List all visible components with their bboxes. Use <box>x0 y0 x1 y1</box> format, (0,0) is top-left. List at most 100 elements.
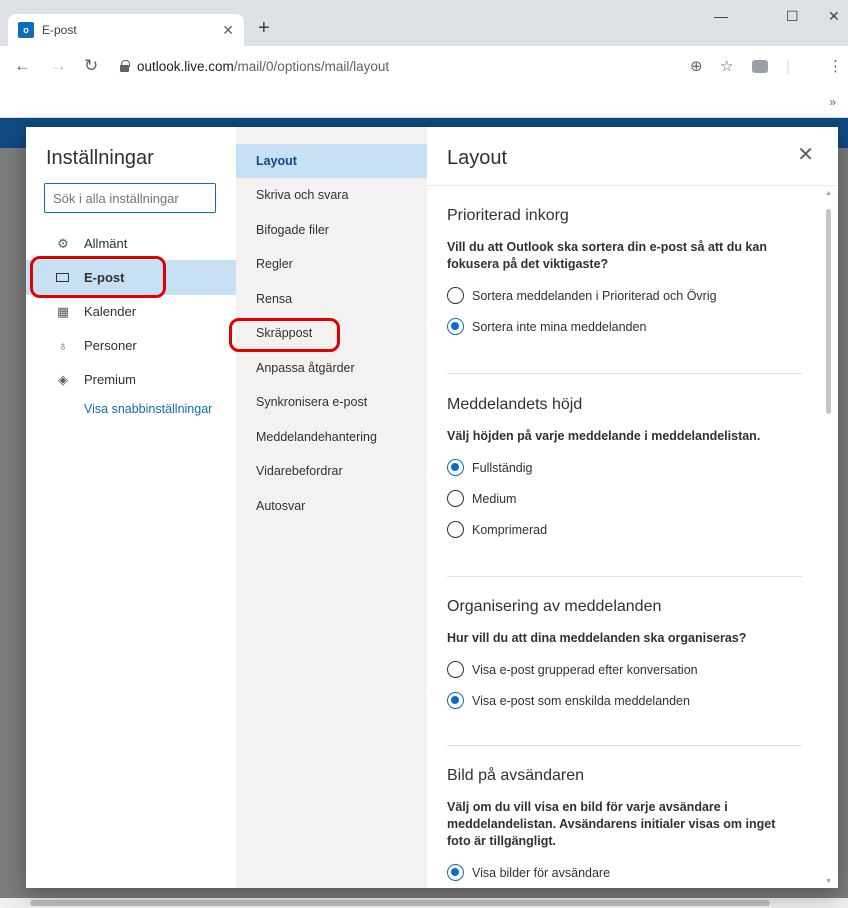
radio-label: Komprimerad <box>472 522 548 537</box>
settings-dialog: Inställningar ⚙ Allmänt E-post ▦ Kalende… <box>26 127 838 888</box>
radio-button-selected[interactable] <box>447 692 464 709</box>
section-message-organization: Organisering av meddelanden Hur vill du … <box>447 598 802 709</box>
radio-option[interactable]: Visa e-post grupperad efter konversation <box>447 661 802 678</box>
extension-icon[interactable] <box>752 60 768 73</box>
mail-nav-sync[interactable]: Synkronisera e-post <box>236 385 427 419</box>
horizontal-scrollbar[interactable] <box>0 898 848 908</box>
diamond-icon: ◈ <box>58 371 68 387</box>
mail-nav-layout[interactable]: Layout <box>236 144 427 178</box>
radio-option[interactable]: Komprimerad <box>447 521 802 538</box>
section-divider <box>447 576 802 577</box>
section-question: Hur vill du att dina meddelanden ska org… <box>447 631 747 645</box>
radio-label: Sortera meddelanden i Prioriterad och Öv… <box>472 288 717 303</box>
minimize-icon[interactable]: — <box>714 8 728 24</box>
section-question: Vill du att Outlook ska sortera din e-po… <box>447 240 767 271</box>
settings-search-input[interactable] <box>44 183 216 213</box>
radio-button[interactable] <box>447 661 464 678</box>
reload-icon[interactable]: ↻ <box>84 57 98 74</box>
calendar-icon: ▦ <box>56 303 70 319</box>
mail-nav-compose[interactable]: Skriva och svara <box>236 178 427 212</box>
radio-option[interactable]: Sortera meddelanden i Prioriterad och Öv… <box>447 287 802 304</box>
mail-nav-attachments[interactable]: Bifogade filer <box>236 213 427 247</box>
radio-button-selected[interactable] <box>447 318 464 335</box>
radio-label: Medium <box>472 491 517 506</box>
radio-button-selected[interactable] <box>447 459 464 476</box>
category-label: Allmänt <box>84 236 128 251</box>
close-icon[interactable]: ✕ <box>797 145 814 165</box>
section-focused-inbox: Prioriterad inkorg Vill du att Outlook s… <box>447 207 802 335</box>
settings-title: Inställningar <box>46 147 154 169</box>
address-bar[interactable]: outlook.live.com/mail/0/options/mail/lay… <box>137 59 389 74</box>
tab-close-icon[interactable]: ✕ <box>222 22 234 39</box>
section-sender-image: Bild på avsändaren Välj om du vill visa … <box>447 767 802 881</box>
mail-nav-customize-actions[interactable]: Anpassa åtgärder <box>236 351 427 385</box>
radio-option[interactable]: Visa e-post som enskilda meddelanden <box>447 692 802 709</box>
mail-settings-nav: Layout Skriva och svara Bifogade filer R… <box>236 127 427 888</box>
quick-settings-link[interactable]: Visa snabbinställningar <box>84 403 224 416</box>
highlight-ring-junk <box>229 318 340 352</box>
vertical-scroll-thumb[interactable] <box>826 209 831 414</box>
mail-nav-forwarding[interactable]: Vidarebefordrar <box>236 454 427 488</box>
browser-menu-icon[interactable]: ⋮ <box>828 59 843 74</box>
radio-option[interactable]: Fullständig <box>447 459 802 476</box>
new-tab-button[interactable]: + <box>258 18 270 38</box>
vertical-scrollbar[interactable]: ▲ ▼ <box>824 187 834 888</box>
radio-button[interactable] <box>447 287 464 304</box>
radio-label: Sortera inte mina meddelanden <box>472 319 647 334</box>
scroll-up-icon[interactable]: ▲ <box>825 190 832 197</box>
toolbar-divider: | <box>786 58 790 75</box>
section-divider <box>447 373 802 374</box>
category-people[interactable]: ♁ Personer <box>26 328 236 363</box>
mail-nav-sweep[interactable]: Rensa <box>236 282 427 316</box>
radio-button[interactable] <box>447 490 464 507</box>
section-message-height: Meddelandets höjd Välj höjden på varje m… <box>447 396 802 538</box>
bookmark-star-icon[interactable]: ☆ <box>720 59 733 74</box>
bookmarks-bar: » <box>0 88 848 118</box>
radio-button[interactable] <box>447 521 464 538</box>
people-icon: ♁ <box>58 338 68 353</box>
scroll-down-icon[interactable]: ▼ <box>825 878 832 885</box>
radio-label: Visa bilder för avsändare <box>472 865 611 880</box>
category-label: Kalender <box>84 304 137 319</box>
radio-option[interactable]: Visa bilder för avsändare <box>447 864 802 881</box>
header-divider <box>427 185 838 186</box>
radio-label: Visa e-post grupperad efter konversation <box>472 662 698 677</box>
url-path: /mail/0/options/mail/layout <box>233 59 390 74</box>
back-icon[interactable]: ← <box>14 57 31 74</box>
radio-label: Fullständig <box>472 460 533 475</box>
mail-nav-message-handling[interactable]: Meddelandehantering <box>236 420 427 454</box>
radio-option[interactable]: Sortera inte mina meddelanden <box>447 318 802 335</box>
browser-tab[interactable]: o E-post ✕ <box>8 14 244 46</box>
bookmarks-overflow-icon[interactable]: » <box>829 95 836 109</box>
browser-tab-bar: o E-post ✕ + — ☐ ✕ <box>0 0 848 46</box>
gear-icon: ⚙ <box>57 235 69 251</box>
layout-settings-content: Prioriterad inkorg Vill du att Outlook s… <box>427 187 838 888</box>
forward-icon[interactable]: → <box>50 57 67 74</box>
section-question: Välj höjden på varje meddelande i meddel… <box>447 429 761 443</box>
section-title: Prioriterad inkorg <box>447 207 569 224</box>
mail-nav-auto-reply[interactable]: Autosvar <box>236 489 427 523</box>
section-question: Välj om du vill visa en bild för varje a… <box>447 800 776 848</box>
mail-nav-rules[interactable]: Regler <box>236 247 427 281</box>
layout-settings-pane: Layout ✕ Prioriterad inkorg Vill du att … <box>427 127 838 888</box>
section-title: Meddelandets höjd <box>447 396 583 413</box>
section-divider <box>447 745 802 746</box>
highlight-ring-mail <box>30 256 166 298</box>
horizontal-scroll-thumb[interactable] <box>30 900 770 906</box>
radio-label: Visa e-post som enskilda meddelanden <box>472 693 690 708</box>
category-calendar[interactable]: ▦ Kalender <box>26 294 236 329</box>
install-app-icon[interactable]: ⊕ <box>690 59 703 74</box>
radio-button-selected[interactable] <box>447 864 464 881</box>
url-host: outlook.live.com <box>137 59 234 74</box>
tab-title: E-post <box>42 23 77 37</box>
maximize-icon[interactable]: ☐ <box>786 8 799 25</box>
lock-icon <box>120 60 130 72</box>
panel-title: Layout <box>447 147 508 169</box>
outlook-favicon-icon: o <box>18 22 34 38</box>
category-label: Premium <box>84 372 137 387</box>
window-close-icon[interactable]: ✕ <box>828 8 840 25</box>
category-premium[interactable]: ◈ Premium <box>26 362 236 397</box>
radio-option[interactable]: Medium <box>447 490 802 507</box>
section-title: Organisering av meddelanden <box>447 598 662 615</box>
category-label: Personer <box>84 338 137 353</box>
